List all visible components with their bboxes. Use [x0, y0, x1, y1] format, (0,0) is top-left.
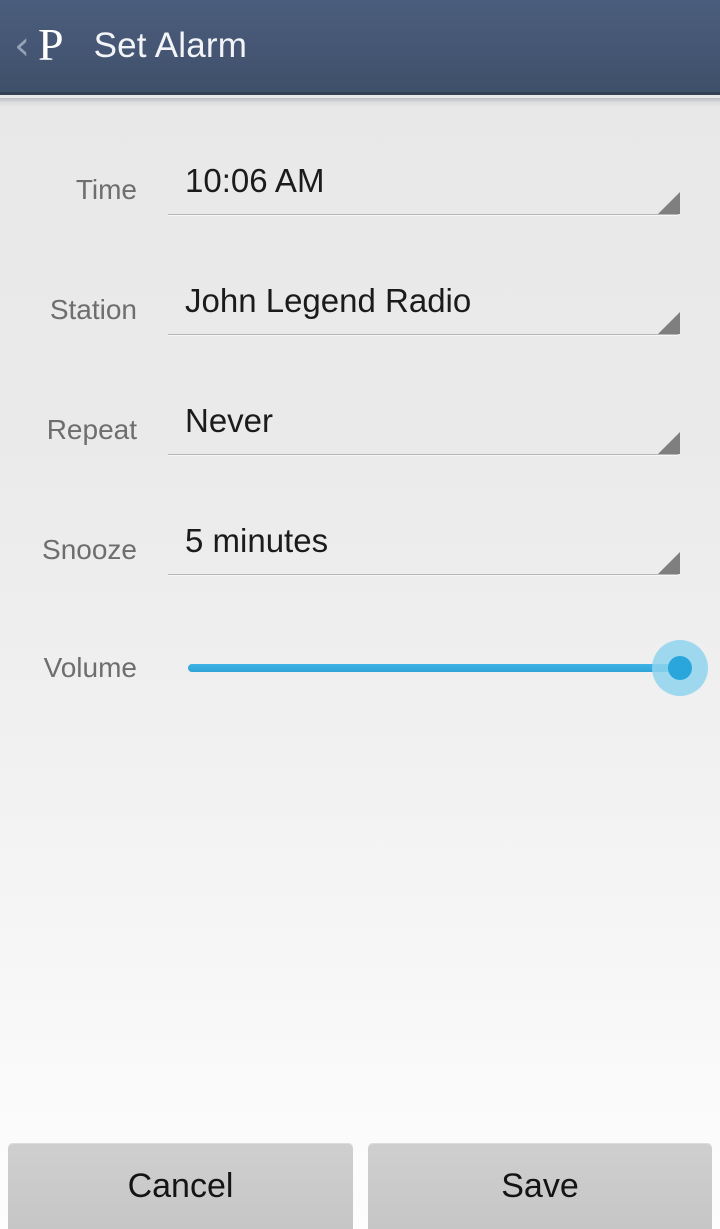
- page-title: Set Alarm: [93, 26, 248, 65]
- app-header: ‹ P Set Alarm: [0, 0, 720, 95]
- row-value-snooze: 5 minutes: [185, 522, 329, 559]
- row-value-station: John Legend Radio: [185, 282, 472, 319]
- back-chevron-icon[interactable]: ‹: [8, 26, 36, 66]
- volume-slider-thumb[interactable]: [668, 656, 692, 680]
- row-label-repeat: Repeat: [46, 414, 137, 445]
- footer-actions: Cancel Save: [0, 1143, 720, 1229]
- form-row-repeat[interactable]: Repeat Never: [0, 348, 720, 468]
- volume-slider-fill: [188, 664, 680, 672]
- row-underline: [168, 214, 678, 215]
- row-label-time: Time: [75, 174, 137, 205]
- save-button[interactable]: Save: [368, 1143, 712, 1229]
- dropdown-triangle-icon[interactable]: [658, 552, 680, 574]
- time-select[interactable]: 10:06 AM: [168, 148, 680, 228]
- alarm-form: Time 10:06 AM Station John Legend Radio …: [0, 108, 720, 708]
- pandora-p-logo-icon[interactable]: P: [38, 22, 64, 68]
- row-underline: [168, 574, 678, 575]
- snooze-select[interactable]: 5 minutes: [168, 508, 680, 588]
- row-underline: [168, 334, 678, 335]
- cancel-button[interactable]: Cancel: [8, 1143, 353, 1229]
- form-row-volume[interactable]: Volume: [0, 588, 720, 708]
- row-label-volume: Volume: [43, 652, 137, 683]
- station-select[interactable]: John Legend Radio: [168, 268, 680, 348]
- form-row-snooze[interactable]: Snooze 5 minutes: [0, 468, 720, 588]
- row-value-time: 10:06 AM: [185, 162, 325, 199]
- form-row-station[interactable]: Station John Legend Radio: [0, 228, 720, 348]
- row-label-snooze: Snooze: [42, 534, 137, 565]
- dropdown-triangle-icon[interactable]: [658, 432, 680, 454]
- row-value-repeat: Never: [185, 402, 274, 439]
- row-label-station: Station: [49, 294, 137, 325]
- form-row-time[interactable]: Time 10:06 AM: [0, 108, 720, 228]
- set-alarm-screen: ‹ P Set Alarm Time 10:06 AM Station John…: [0, 0, 720, 1229]
- repeat-select[interactable]: Never: [168, 388, 680, 468]
- dropdown-triangle-icon[interactable]: [658, 192, 680, 214]
- row-underline: [168, 454, 678, 455]
- dropdown-triangle-icon[interactable]: [658, 312, 680, 334]
- header-shadow: [0, 98, 720, 108]
